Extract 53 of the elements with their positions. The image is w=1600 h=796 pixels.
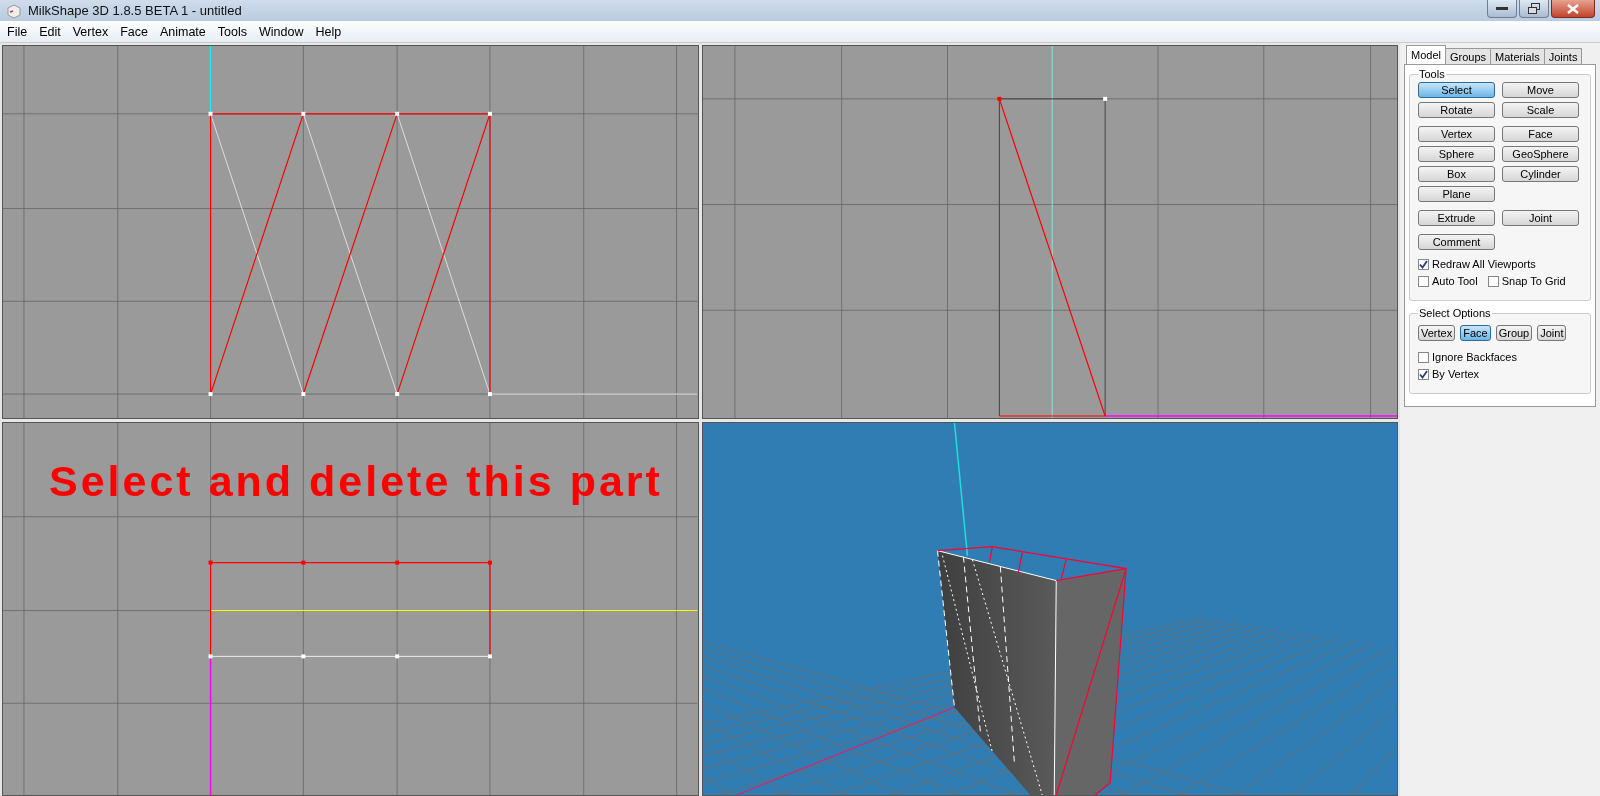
mode-button[interactable]: Joint: [1537, 325, 1567, 341]
menu-item[interactable]: Animate: [153, 24, 212, 39]
checkbox-option[interactable]: Redraw All Viewports: [1418, 258, 1536, 270]
mode-button[interactable]: Vertex: [1418, 325, 1456, 341]
tool-button[interactable]: Scale: [1502, 102, 1579, 118]
tool-button[interactable]: Extrude: [1418, 210, 1495, 226]
checkbox[interactable]: [1418, 368, 1429, 380]
restore-icon: [1528, 3, 1540, 14]
tool-button[interactable]: GeoSphere: [1502, 146, 1579, 162]
tool-button[interactable]: Comment: [1418, 234, 1495, 250]
tool-button[interactable]: Vertex: [1418, 126, 1495, 142]
app-icon: [6, 2, 22, 19]
tool-button[interactable]: Box: [1418, 166, 1495, 182]
tab[interactable]: Model: [1406, 45, 1446, 64]
group-title: Select Options: [1418, 307, 1492, 319]
checkbox[interactable]: [1487, 275, 1499, 287]
mode-button[interactable]: Face: [1460, 325, 1491, 341]
menu-item[interactable]: Edit: [33, 24, 67, 39]
tool-button[interactable]: Move: [1502, 82, 1579, 98]
tool-button[interactable]: Sphere: [1418, 146, 1495, 162]
checkbox[interactable]: [1418, 275, 1429, 287]
menu-item[interactable]: File: [1, 24, 34, 39]
checkbox-option[interactable]: Snap To Grid: [1487, 275, 1566, 287]
menu-item[interactable]: Tools: [211, 24, 253, 39]
minimize-icon: [1496, 6, 1508, 11]
checkbox-option[interactable]: By Vertex: [1418, 368, 1480, 380]
tab[interactable]: Groups: [1444, 48, 1492, 64]
tool-button[interactable]: Joint: [1502, 210, 1579, 226]
group-title: Tools: [1418, 68, 1446, 80]
menu-item[interactable]: Help: [309, 24, 348, 39]
mode-button[interactable]: Group: [1495, 325, 1533, 341]
checkbox-option[interactable]: Ignore Backfaces: [1418, 351, 1517, 363]
tool-button[interactable]: Face: [1502, 126, 1579, 142]
viewport[interactable]: [701, 422, 1398, 796]
checkbox[interactable]: [1418, 351, 1429, 363]
axis-line: [209, 46, 212, 115]
tool-button[interactable]: Cylinder: [1502, 166, 1579, 182]
close-icon: [1567, 3, 1579, 14]
close-button[interactable]: [1551, 0, 1595, 18]
menu-item[interactable]: Vertex: [66, 24, 115, 39]
checkbox[interactable]: [1418, 258, 1429, 270]
menu-item[interactable]: Window: [253, 24, 310, 39]
tool-button[interactable]: Rotate: [1418, 102, 1495, 118]
tab[interactable]: Joints: [1543, 48, 1583, 64]
annotation-text: Select and delete this part: [49, 457, 663, 506]
tab[interactable]: Materials: [1490, 48, 1545, 64]
minimize-button[interactable]: [1487, 0, 1517, 18]
checkbox-option[interactable]: Auto Tool: [1418, 275, 1478, 287]
restore-button[interactable]: [1519, 0, 1549, 18]
menu-item[interactable]: Face: [114, 24, 154, 39]
tool-button[interactable]: Select: [1418, 82, 1495, 98]
tool-button[interactable]: Plane: [1418, 186, 1495, 202]
window-title: MilkShape 3D 1.8.5 BETA 1 - untitled: [28, 3, 242, 18]
